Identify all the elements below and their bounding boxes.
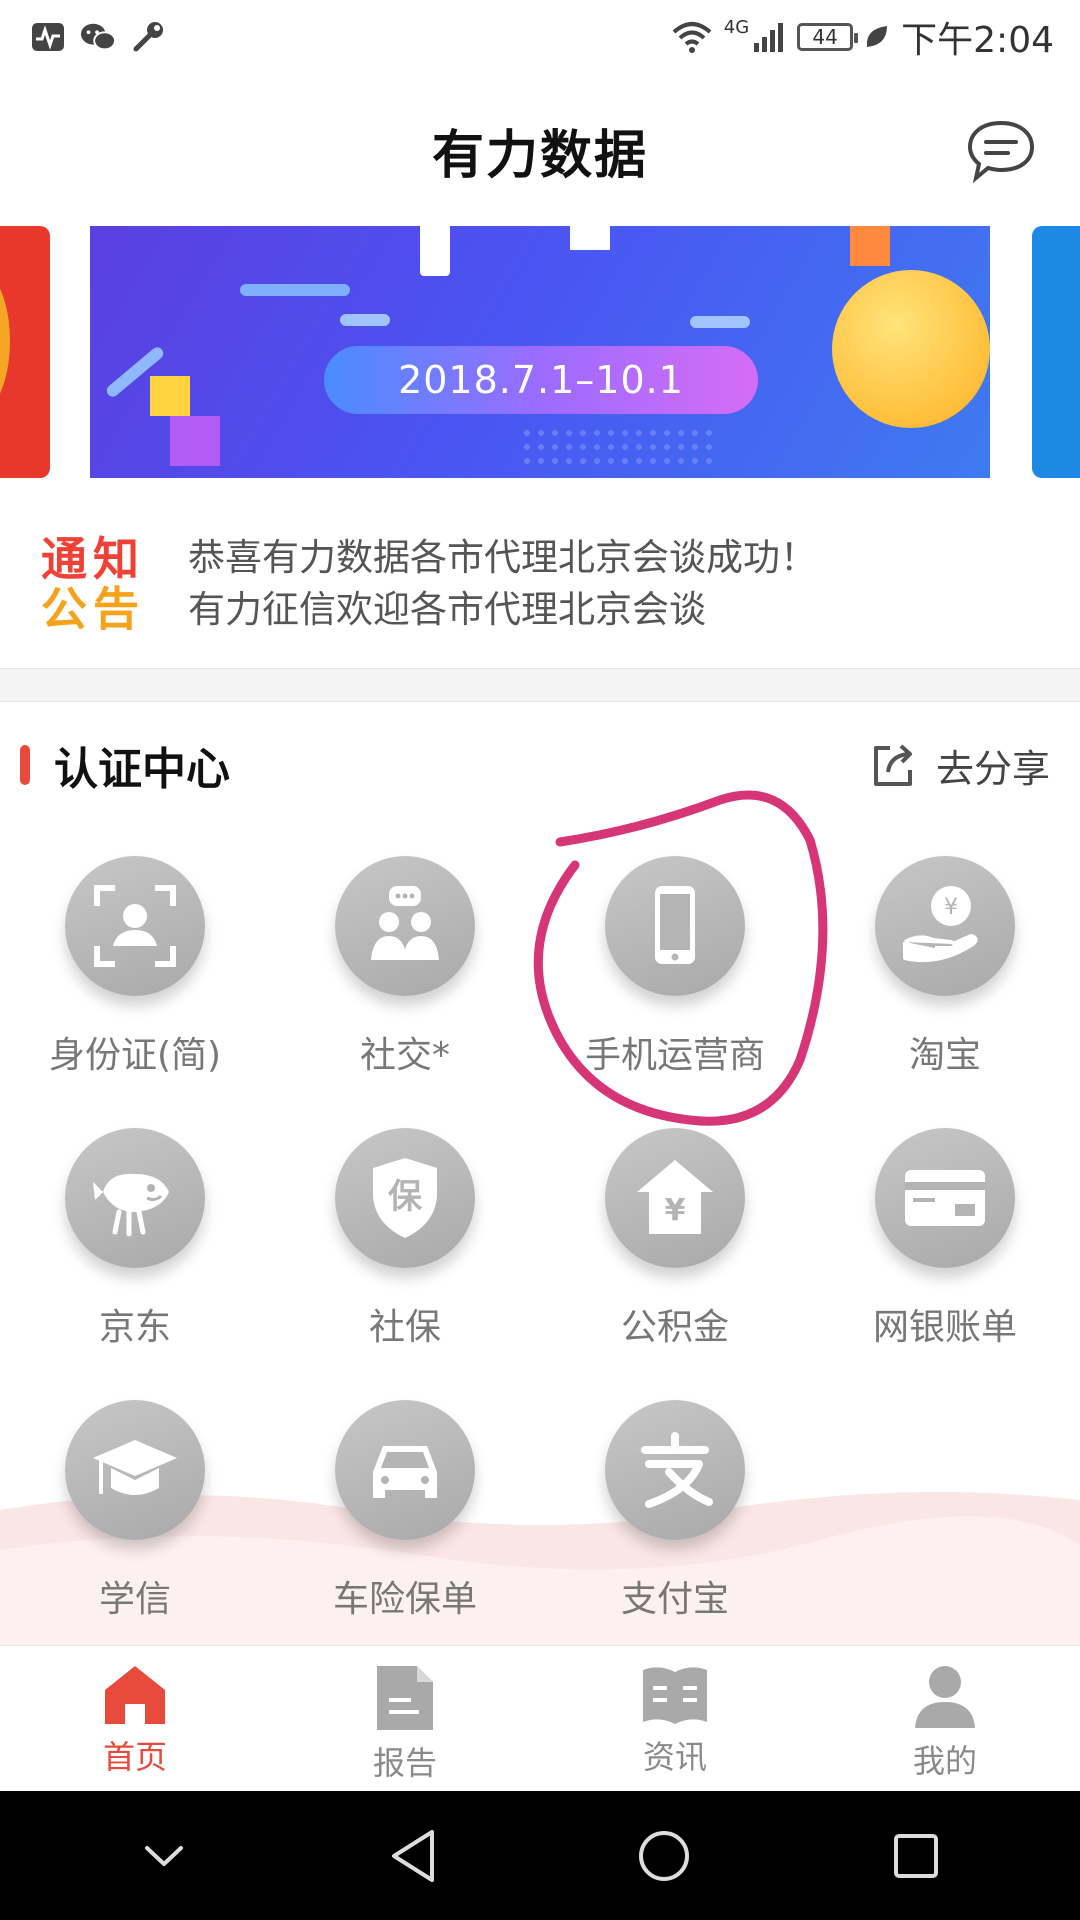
banner-slide-current[interactable]: 2018.7.1–10.1 [90,226,990,478]
banner-orb-graphic [832,270,990,428]
recents-square-icon[interactable] [891,1831,941,1881]
banner-figure [850,226,890,266]
nav-label: 首页 [102,1738,167,1776]
auth-item-label: 身份证(简) [48,1035,222,1076]
annotation-circle [533,790,828,1126]
banner-decoration [520,426,720,472]
car-icon [335,1400,475,1540]
auth-item-label: 社交* [359,1035,450,1076]
message-button[interactable] [966,118,1036,184]
svg-text:保: 保 [388,1177,423,1217]
auth-item-label: 京东 [98,1307,171,1348]
banner-slide-prev[interactable] [0,226,50,478]
home-icon [105,1666,165,1724]
back-triangle-icon[interactable] [388,1828,438,1884]
section-title-group: 认证中心 [20,733,230,797]
leaf-icon [866,26,888,47]
share-icon [873,744,912,786]
nav-report[interactable]: 报告 [270,1646,540,1791]
alipay-icon [605,1400,745,1540]
jd-icon [65,1128,205,1268]
share-button[interactable]: 去分享 [868,738,1050,793]
banner-date-range: 2018.7.1–10.1 [324,346,758,414]
svg-text:¥: ¥ [944,895,958,920]
share-label: 去分享 [935,746,1050,791]
nav-mine[interactable]: 我的 [810,1646,1080,1791]
page-title: 有力数据 [431,125,648,186]
auth-item-label: 社保 [368,1307,441,1348]
taobao-icon: ¥ [875,856,1015,996]
banner-decoration [690,316,750,328]
notice-line: 有力征信欢迎各市代理北京会谈 [188,588,706,631]
notice-line: 恭喜有力数据各市代理北京会谈成功！ [188,536,817,579]
activity-icon [30,19,66,55]
notice-logo: 通 知 公 告 [41,532,139,636]
banner-figure [170,416,220,466]
nav-news[interactable]: 资讯 [540,1646,810,1791]
nav-label: 资讯 [642,1738,707,1776]
graduation-cap-icon [65,1400,205,1540]
svg-text:¥: ¥ [665,1193,686,1228]
auth-item-car-insurance[interactable]: 车险保单 [270,1400,540,1672]
network-type: 4G [723,17,750,38]
status-bar: 4G 44 下午2:04 [0,0,1080,74]
notice-board[interactable]: 通 知 公 告 恭喜有力数据各市代理北京会谈成功！ 有力征信欢迎各市代理北京会谈 [0,500,1080,668]
wechat-icon [80,19,116,55]
report-icon [377,1666,433,1730]
banner-figure [150,376,190,416]
battery-indicator: 44 [797,23,859,51]
auth-item-housing-fund[interactable]: ¥ 公积金 [540,1128,810,1400]
auth-item-social[interactable]: 社交* [270,856,540,1128]
auth-item-id-card[interactable]: 身份证(简) [0,856,270,1128]
auth-item-xuexin[interactable]: 学信 [0,1400,270,1672]
chat-bubble-icon [967,120,1035,184]
news-icon [643,1667,707,1724]
id-card-icon [65,856,205,996]
auth-item-label: 公积金 [620,1307,729,1348]
section-title: 认证中心 [54,744,230,795]
auth-item-label: 网银账单 [872,1307,1017,1348]
auth-item-label: 学信 [98,1579,171,1620]
banner-decoration [340,314,390,326]
status-left-icons [30,19,166,55]
auth-item-label: 淘宝 [908,1035,981,1076]
banner-decoration [420,226,450,276]
social-security-icon: 保 [335,1128,475,1268]
status-right: 4G 44 下午2:04 [670,11,1054,63]
auth-item-label: 车险保单 [332,1579,477,1620]
banner-carousel[interactable]: 2018.7.1–10.1 [0,226,1080,478]
bottom-navigation: 首页 报告 资讯 我的 [0,1645,1080,1791]
section-divider [0,668,1080,702]
bank-card-icon [875,1128,1015,1268]
banner-decoration [570,226,610,250]
app-header: 有力数据 [0,74,1080,226]
social-icon [335,856,475,996]
nav-label: 我的 [912,1742,977,1780]
nav-home[interactable]: 首页 [0,1646,270,1791]
auth-item-label: 支付宝 [620,1579,729,1620]
system-navigation-bar [0,1791,1080,1920]
user-icon [915,1666,975,1728]
banner-decoration [240,284,350,296]
signal-icon [754,23,784,52]
key-icon [130,19,166,55]
status-time: 下午2:04 [901,20,1054,61]
wifi-icon [672,22,712,53]
auth-item-taobao[interactable]: ¥ 淘宝 [810,856,1080,1128]
banner-slide-next[interactable] [1032,226,1080,478]
collapse-chevron-icon[interactable] [139,1836,189,1876]
auth-item-jd[interactable]: 京东 [0,1128,270,1400]
auth-item-bank-bill[interactable]: 网银账单 [810,1128,1080,1400]
housing-fund-icon: ¥ [605,1128,745,1268]
notice-text: 恭喜有力数据各市代理北京会谈成功！ 有力征信欢迎各市代理北京会谈 [188,532,817,636]
auth-item-social-security[interactable]: 保 社保 [270,1128,540,1400]
nav-label: 报告 [372,1744,437,1782]
home-circle-icon[interactable] [636,1828,692,1884]
auth-item-alipay[interactable]: 支付宝 [540,1400,810,1672]
section-accent-bar [20,745,30,785]
